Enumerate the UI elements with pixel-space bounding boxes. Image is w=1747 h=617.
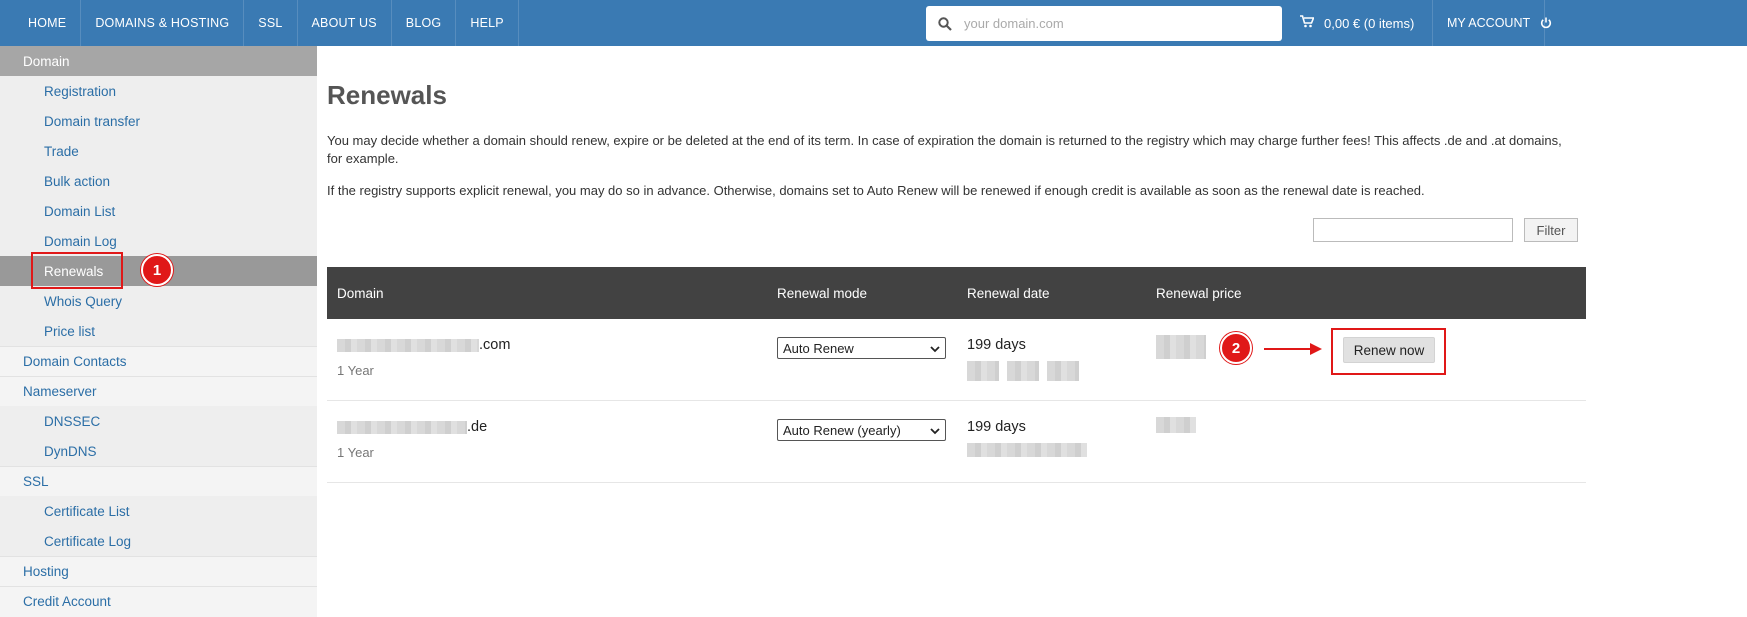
- my-account-link[interactable]: MY ACCOUNT: [1432, 0, 1546, 46]
- sidebar-item-domain-list[interactable]: Domain List: [0, 196, 317, 226]
- renewal-price-cell: [1156, 335, 1206, 364]
- sidebar-item-registration[interactable]: Registration: [0, 76, 317, 106]
- annotation-badge-2: 2: [1220, 332, 1252, 364]
- nav-blog[interactable]: BLOG: [392, 0, 457, 46]
- chevron-down-icon: [930, 423, 940, 438]
- renewal-date-cell: 199 days: [967, 419, 1087, 462]
- domain-term: 1 Year: [337, 363, 374, 378]
- sidebar-item-price-list[interactable]: Price list: [0, 316, 317, 346]
- nav-help[interactable]: HELP: [456, 0, 519, 46]
- renewal-days: 199 days: [967, 419, 1026, 435]
- annotation-arrow-icon: [1264, 343, 1322, 355]
- cart-icon: [1300, 15, 1315, 31]
- renewal-mode-select[interactable]: Auto Renew: [777, 337, 946, 359]
- sidebar-item-nameserver[interactable]: Nameserver: [0, 376, 317, 406]
- sidebar-item-ssl[interactable]: SSL: [0, 466, 317, 496]
- nav-ssl[interactable]: SSL: [244, 0, 298, 46]
- renew-now-button[interactable]: Renew now: [1343, 337, 1435, 363]
- annotation-badge-1: 1: [141, 254, 173, 286]
- nav-domains-hosting[interactable]: DOMAINS & HOSTING: [81, 0, 245, 46]
- column-header-renewal-mode: Renewal mode: [777, 285, 868, 301]
- renewal-date-cell: 199 days: [967, 337, 1079, 381]
- filter-button[interactable]: Filter: [1524, 218, 1578, 242]
- chevron-down-icon: [930, 341, 940, 356]
- column-header-renewal-date: Renewal date: [967, 285, 1050, 301]
- cart-link[interactable]: 0,00 € (0 items): [1300, 0, 1414, 46]
- renewal-mode-value: Auto Renew: [783, 340, 854, 356]
- sidebar-item-trade[interactable]: Trade: [0, 136, 317, 166]
- redacted-domain-name: [337, 338, 479, 352]
- nav-home[interactable]: HOME: [0, 0, 82, 46]
- top-navigation-bar: HOME DOMAINS & HOSTING SSL ABOUT US BLOG…: [0, 0, 1747, 46]
- table-header: Domain Renewal mode Renewal date Renewal…: [327, 267, 1586, 319]
- filter-input[interactable]: [1313, 218, 1513, 242]
- intro-paragraph: You may decide whether a domain should r…: [327, 133, 1562, 166]
- domain-suffix: .com: [479, 337, 511, 353]
- sidebar-item-domain-contacts[interactable]: Domain Contacts: [0, 346, 317, 376]
- column-header-domain: Domain: [337, 285, 384, 301]
- domain-search-input[interactable]: [964, 16, 1264, 31]
- sidebar-item-hosting[interactable]: Hosting: [0, 556, 317, 586]
- redacted-date: [1047, 361, 1079, 381]
- logout-power-icon[interactable]: [1540, 0, 1552, 46]
- annotation-box-renewals: [31, 252, 123, 289]
- sidebar-item-domain[interactable]: Domain: [0, 46, 317, 76]
- redacted-date: [967, 443, 1087, 457]
- sidebar: Domain Registration Domain transfer Trad…: [0, 46, 317, 617]
- renewal-days: 199 days: [967, 337, 1026, 353]
- cart-summary: 0,00 € (0 items): [1324, 15, 1415, 31]
- renewal-mode-value: Auto Renew (yearly): [783, 422, 901, 438]
- table-row: .de 1 Year Auto Renew (yearly) 199 days: [327, 401, 1586, 483]
- redacted-price: [1156, 417, 1196, 433]
- redacted-date: [967, 361, 999, 381]
- sidebar-item-domain-transfer[interactable]: Domain transfer: [0, 106, 317, 136]
- domain-suffix: .de: [467, 419, 488, 435]
- sidebar-item-dnssec[interactable]: DNSSEC: [0, 406, 317, 436]
- renewal-price-cell: [1156, 417, 1196, 438]
- main-nav: HOME DOMAINS & HOSTING SSL ABOUT US BLOG…: [0, 0, 519, 46]
- column-header-renewal-price: Renewal price: [1156, 285, 1242, 301]
- renewals-table: Domain Renewal mode Renewal date Renewal…: [327, 267, 1586, 483]
- sidebar-item-dyndns[interactable]: DynDNS: [0, 436, 317, 466]
- search-icon[interactable]: [926, 16, 964, 31]
- redacted-price: [1156, 335, 1206, 359]
- redacted-domain-name: [337, 420, 467, 434]
- domain-cell: .de 1 Year: [337, 419, 487, 460]
- nav-about-us[interactable]: ABOUT US: [298, 0, 392, 46]
- sidebar-item-bulk-action[interactable]: Bulk action: [0, 166, 317, 196]
- renewal-info-paragraph: If the registry supports explicit renewa…: [327, 183, 1425, 198]
- sidebar-item-certificate-log[interactable]: Certificate Log: [0, 526, 317, 556]
- page-title: Renewals: [327, 80, 447, 110]
- sidebar-item-whois-query[interactable]: Whois Query: [0, 286, 317, 316]
- table-row: .com 1 Year Auto Renew 199 days 2 Renew …: [327, 319, 1586, 401]
- sidebar-item-certificate-list[interactable]: Certificate List: [0, 496, 317, 526]
- sidebar-item-credit-account[interactable]: Credit Account: [0, 586, 317, 616]
- domain-term: 1 Year: [337, 445, 374, 460]
- renewal-mode-select[interactable]: Auto Renew (yearly): [777, 419, 946, 441]
- domain-cell: .com 1 Year: [337, 337, 510, 378]
- domain-search-box: [926, 6, 1282, 41]
- redacted-date: [1007, 361, 1039, 381]
